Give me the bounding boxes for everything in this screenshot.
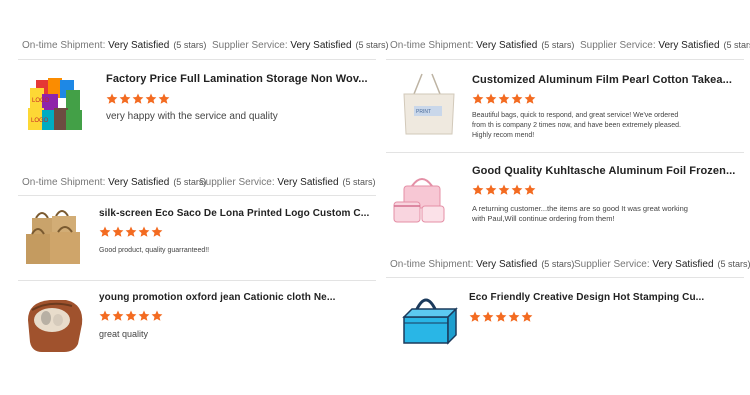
star-icon [482, 311, 494, 323]
supplier-count: (5 stars) [717, 259, 750, 269]
review-text: A returning customer...the items are so … [472, 204, 688, 223]
supplier-value: Very Satisfied [658, 40, 720, 51]
star-icon [472, 93, 484, 105]
star-icon [485, 93, 497, 105]
star-rating [472, 93, 537, 105]
supplier-value: Very Satisfied [652, 259, 714, 270]
satisfaction-row: On-time Shipment: Very Satisfied (5 stars… [18, 177, 376, 191]
review-card[interactable]: Good Quality Kuhltasche Aluminum Foil Fr… [386, 158, 744, 238]
svg-text:LOGO: LOGO [32, 98, 50, 104]
star-icon [521, 311, 533, 323]
supplier-label: Supplier Service: [580, 40, 656, 51]
ontime-label: On-time Shipment: [22, 177, 106, 188]
colorful-tote-bags-image[interactable]: LOGO LOGO [22, 72, 88, 138]
ontime-value: Very Satisfied [108, 40, 170, 51]
supplier-count: (5 stars) [342, 177, 376, 187]
star-icon [106, 93, 118, 105]
review-card[interactable]: silk-screen Eco Saco De Lona Printed Log… [18, 200, 376, 274]
supplier-label: Supplier Service: [574, 259, 650, 270]
star-icon [498, 184, 510, 196]
star-rating [106, 93, 171, 105]
star-icon [495, 311, 507, 323]
divider [18, 195, 376, 196]
divider [386, 152, 744, 153]
product-title[interactable]: silk-screen Eco Saco De Lona Printed Log… [99, 208, 369, 219]
product-title[interactable]: Eco Friendly Creative Design Hot Stampin… [469, 292, 704, 303]
satisfaction-row: On-time Shipment: Very Satisfied (5 stars… [18, 40, 389, 54]
ontime-value: Very Satisfied [476, 259, 538, 270]
star-icon [508, 311, 520, 323]
star-icon [99, 310, 111, 322]
svg-text:LOGO: LOGO [31, 118, 49, 124]
supplier-value: Very Satisfied [290, 40, 352, 51]
star-rating [469, 311, 534, 323]
star-icon [125, 310, 137, 322]
star-icon [132, 93, 144, 105]
star-icon [158, 93, 170, 105]
supplier-label: Supplier Service: [212, 40, 288, 51]
svg-text:PRINT: PRINT [416, 109, 431, 115]
star-icon [112, 226, 124, 238]
divider [18, 280, 376, 281]
jute-bags-image[interactable] [22, 204, 88, 270]
review-text: Beautiful bags, quick to respond, and gr… [472, 112, 681, 139]
review-text: Good product, quality guarranteed!! [99, 247, 210, 254]
supplier-count: (5 stars) [355, 40, 389, 50]
star-icon [99, 226, 111, 238]
product-title[interactable]: Factory Price Full Lamination Storage No… [106, 73, 368, 85]
cosmetic-pouch-image[interactable] [22, 290, 88, 356]
product-title[interactable]: Good Quality Kuhltasche Aluminum Foil Fr… [472, 165, 735, 177]
star-icon [112, 310, 124, 322]
star-icon [151, 226, 163, 238]
supplier-label: Supplier Service: [199, 177, 275, 188]
star-icon [119, 93, 131, 105]
canvas-tote-image[interactable]: PRINT [396, 72, 462, 138]
star-icon [145, 93, 157, 105]
pink-cooler-bags-image[interactable] [390, 162, 456, 228]
ontime-value: Very Satisfied [108, 177, 170, 188]
review-card[interactable]: LOGO LOGO Factory Price Full Lamination … [18, 68, 376, 140]
star-rating [472, 184, 537, 196]
product-title[interactable]: Customized Aluminum Film Pearl Cotton Ta… [472, 74, 732, 86]
star-icon [151, 310, 163, 322]
star-icon [138, 226, 150, 238]
star-icon [511, 184, 523, 196]
divider [18, 59, 376, 60]
ontime-count: (5 stars) [541, 259, 575, 269]
star-icon [524, 93, 536, 105]
star-icon [511, 93, 523, 105]
blue-cooler-bag-image[interactable] [394, 287, 460, 353]
ontime-value: Very Satisfied [476, 40, 538, 51]
ontime-label: On-time Shipment: [390, 259, 474, 270]
ontime-count: (5 stars) [541, 40, 575, 50]
review-text: very happy with the service and quality [106, 111, 278, 122]
star-icon [469, 311, 481, 323]
satisfaction-row: On-time Shipment: Very Satisfied (5 stars… [386, 259, 750, 273]
satisfaction-row: On-time Shipment: Very Satisfied (5 stars… [386, 40, 750, 54]
ontime-label: On-time Shipment: [390, 40, 474, 51]
review-card[interactable]: PRINT Customized Aluminum Film Pearl Cot… [386, 66, 744, 150]
star-icon [524, 184, 536, 196]
divider [386, 277, 744, 278]
product-title[interactable]: young promotion oxford jean Cationic clo… [99, 292, 335, 303]
star-icon [485, 184, 497, 196]
star-icon [138, 310, 150, 322]
divider [386, 59, 744, 60]
star-icon [498, 93, 510, 105]
review-text: great quality [99, 329, 149, 339]
ontime-count: (5 stars) [173, 40, 207, 50]
supplier-value: Very Satisfied [277, 177, 339, 188]
star-icon [472, 184, 484, 196]
star-rating [99, 310, 164, 322]
star-icon [125, 226, 137, 238]
supplier-count: (5 stars) [723, 40, 750, 50]
review-card[interactable]: young promotion oxford jean Cationic clo… [18, 286, 376, 358]
ontime-label: On-time Shipment: [22, 40, 106, 51]
star-rating [99, 226, 164, 238]
review-card[interactable]: Eco Friendly Creative Design Hot Stampin… [386, 283, 744, 357]
